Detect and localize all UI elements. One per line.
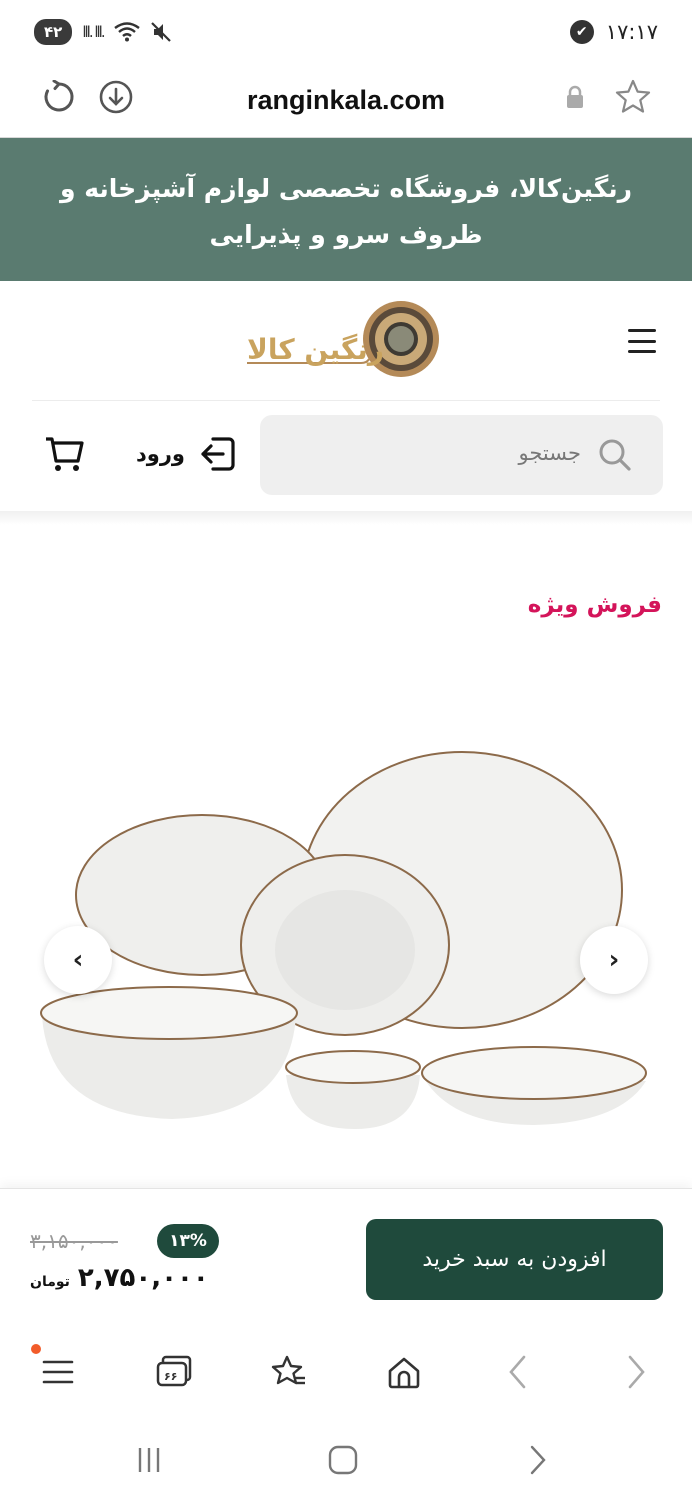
logo-text: رنگین کالا (247, 333, 384, 366)
search-icon[interactable] (597, 437, 633, 473)
login-icon (201, 437, 235, 471)
login-button[interactable]: ورود (136, 435, 237, 473)
search-input[interactable]: جستجو (260, 415, 663, 495)
signal-icon: lll. lll. (82, 23, 105, 41)
search-placeholder: جستجو (518, 441, 581, 465)
product-image[interactable]: ‹ › (30, 645, 662, 1185)
status-bar: ۴۲ lll. lll. ✔ ۱۷:۱۷ (0, 0, 692, 64)
status-left: ۴۲ lll. lll. (34, 19, 172, 45)
clock: ۱۷:۱۷ (605, 20, 658, 44)
system-back-icon[interactable] (518, 1440, 558, 1480)
old-price: ۳,۱۵۰,۰۰۰ (30, 1229, 118, 1253)
download-icon[interactable] (97, 78, 135, 116)
site-logo[interactable]: رنگین کالا (243, 301, 443, 381)
cart-icon[interactable] (44, 435, 84, 477)
discount-badge: ۱۳% (157, 1224, 219, 1258)
status-right: ✔ ۱۷:۱۷ (569, 20, 658, 44)
home-icon[interactable] (382, 1350, 426, 1394)
dinnerware-illustration (40, 751, 647, 1129)
bookmark-star-icon[interactable] (612, 76, 654, 118)
refresh-icon[interactable] (40, 78, 78, 116)
browser-toolbar: ۶۶ (0, 1328, 692, 1414)
site-header: رنگین کالا جستجو ورود (0, 281, 692, 511)
back-icon[interactable] (496, 1350, 540, 1394)
currency-label: تومان (30, 1274, 70, 1290)
header-shadow (0, 511, 692, 525)
svg-text:۶۶: ۶۶ (164, 1370, 177, 1383)
promo-banner[interactable]: رنگین‌کالا، فروشگاه تخصصی لوازم آشپزخانه… (0, 138, 692, 281)
carousel-prev-button[interactable]: ‹ (44, 926, 112, 994)
section-title: فروش ویژه (527, 592, 662, 618)
battery-indicator: ۴۲ (34, 19, 73, 45)
android-nav-bar (0, 1414, 692, 1500)
add-to-cart-button[interactable]: افزودن به سبد خرید (366, 1219, 663, 1300)
current-price: ۲,۷۵۰,۰۰۰ (77, 1263, 209, 1293)
forward-icon[interactable] (614, 1350, 658, 1394)
header-divider (32, 400, 660, 401)
recent-apps-icon[interactable] (129, 1440, 169, 1480)
shield-check-icon: ✔ (569, 20, 594, 44)
login-label: ورود (136, 442, 185, 466)
buy-bar: افزودن به سبد خرید ۳,۱۵۰,۰۰۰ ۱۳% تومان ۲… (0, 1188, 692, 1328)
tabs-icon[interactable]: ۶۶ (152, 1350, 196, 1394)
bookmarks-icon[interactable] (267, 1350, 311, 1394)
mute-icon (150, 22, 171, 42)
browser-url-bar: ranginkala.com (0, 64, 692, 138)
menu-icon[interactable] (628, 329, 656, 353)
notification-dot (31, 1344, 41, 1354)
price-row: تومان ۲,۷۵۰,۰۰۰ (30, 1263, 209, 1293)
home-button-icon[interactable] (323, 1440, 363, 1480)
browser-menu-icon[interactable] (36, 1350, 80, 1394)
carousel-next-button[interactable]: › (580, 926, 648, 994)
lock-icon (563, 84, 587, 110)
wifi-icon (113, 22, 140, 42)
